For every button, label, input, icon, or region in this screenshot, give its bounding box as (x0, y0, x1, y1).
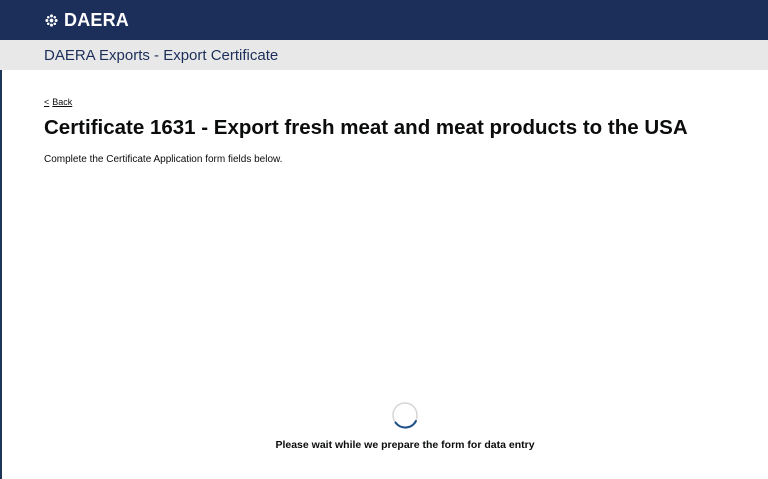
loading-spinner-icon (392, 402, 418, 429)
intro-text: Complete the Certificate Application for… (44, 154, 283, 165)
site-header: DAERA (0, 0, 768, 40)
back-link-label: Back (52, 97, 73, 107)
loading-message: Please wait while we prepare the form fo… (275, 439, 535, 451)
back-link[interactable]: < Back (44, 97, 72, 107)
service-bar: DAERA Exports - Export Certificate (0, 40, 768, 70)
chevron-left-icon: < (44, 97, 50, 107)
service-name[interactable]: DAERA Exports - Export Certificate (44, 47, 278, 64)
loading-indicator: Please wait while we prepare the form fo… (0, 400, 768, 451)
daera-logo[interactable]: DAERA (44, 10, 129, 31)
logo-text: DAERA (64, 9, 130, 30)
daera-emblem-icon (44, 13, 58, 27)
main-content: < Back Certificate 1631 - Export fresh m… (44, 92, 768, 165)
page-title: Certificate 1631 - Export fresh meat and… (44, 116, 688, 139)
